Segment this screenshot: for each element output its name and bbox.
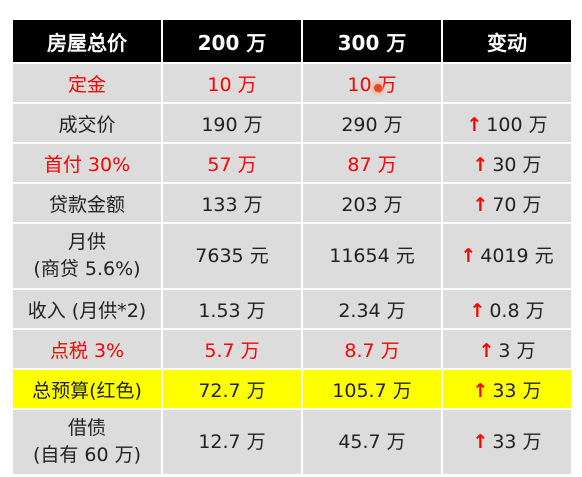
change-value: 4019 元 xyxy=(480,244,554,267)
table-row-income: 收入 (月供*2) 1.53 万 2.34 万 ↑ 0.8 万 xyxy=(11,288,573,330)
row-label: 首付 30% xyxy=(11,142,163,184)
header-300: 300 万 xyxy=(301,18,443,64)
cell-change: ↑ 33 万 xyxy=(441,368,573,410)
cell-300: 2.34 万 xyxy=(301,288,443,330)
cell-300: 290 万 xyxy=(301,102,443,144)
arrow-up-icon: ↑ xyxy=(478,339,495,362)
change-value: 3 万 xyxy=(498,339,536,362)
arrow-up-icon: ↑ xyxy=(472,193,489,216)
table-row-debt: 借债 (自有 60 万) 12.7 万 45.7 万 ↑ 33 万 xyxy=(11,408,573,476)
cell-change: ↑ 0.8 万 xyxy=(441,288,573,330)
cell-change: ↑ 33 万 xyxy=(441,408,573,476)
row-label-line1: 借债 xyxy=(67,417,106,439)
table-row-down-payment: 首付 30% 57 万 87 万 ↑ 30 万 xyxy=(11,142,573,184)
header-change: 变动 xyxy=(441,18,573,64)
change-value: 33 万 xyxy=(492,430,542,453)
arrow-up-icon: ↑ xyxy=(469,299,486,322)
table-row-total-budget: 总预算(红色) 72.7 万 105.7 万 ↑ 33 万 xyxy=(11,368,573,410)
change-value: 30 万 xyxy=(492,153,542,176)
pointer-cursor-icon xyxy=(374,84,382,92)
cell-300: 11654 元 xyxy=(301,222,443,290)
row-label: 借债 (自有 60 万) xyxy=(11,408,163,476)
row-label: 贷款金额 xyxy=(11,182,163,224)
table-row-tax: 点税 3% 5.7 万 8.7 万 ↑ 3 万 xyxy=(11,328,573,370)
cell-change: ↑ 3 万 xyxy=(441,328,573,370)
arrow-up-icon: ↑ xyxy=(472,430,489,453)
table-row-deposit: 定金 10 万 10 万 xyxy=(11,62,573,104)
cell-change: ↑ 30 万 xyxy=(441,142,573,184)
row-label-line2: (商贷 5.6%) xyxy=(33,258,141,280)
change-value: 70 万 xyxy=(492,193,542,216)
arrow-up-icon: ↑ xyxy=(466,113,483,136)
cell-300: 105.7 万 xyxy=(301,368,443,410)
change-value: 33 万 xyxy=(492,379,542,402)
cell-change: ↑ 70 万 xyxy=(441,182,573,224)
cell-300: 8.7 万 xyxy=(301,328,443,370)
cell-change: ↑ 100 万 xyxy=(441,102,573,144)
row-label-line2: (自有 60 万) xyxy=(32,444,142,466)
cell-300: 10 万 xyxy=(301,62,443,104)
cell-change xyxy=(441,62,573,104)
cell-200: 72.7 万 xyxy=(161,368,303,410)
row-label: 总预算(红色) xyxy=(11,368,163,410)
cell-300: 203 万 xyxy=(301,182,443,224)
cell-200: 133 万 xyxy=(161,182,303,224)
row-label: 收入 (月供*2) xyxy=(11,288,163,330)
row-label: 月供 (商贷 5.6%) xyxy=(11,222,163,290)
header-row: 房屋总价 200 万 300 万 变动 xyxy=(11,18,573,64)
table-row-loan-amount: 贷款金额 133 万 203 万 ↑ 70 万 xyxy=(11,182,573,224)
cell-200: 57 万 xyxy=(161,142,303,184)
row-label-line1: 月供 xyxy=(67,231,106,253)
cell-200: 10 万 xyxy=(161,62,303,104)
arrow-up-icon: ↑ xyxy=(472,379,489,402)
cell-change: ↑ 4019 元 xyxy=(441,222,573,290)
header-total-price: 房屋总价 xyxy=(11,18,163,64)
cell-200: 12.7 万 xyxy=(161,408,303,476)
table-row-deal-price: 成交价 190 万 290 万 ↑ 100 万 xyxy=(11,102,573,144)
cell-200: 7635 元 xyxy=(161,222,303,290)
cell-300: 45.7 万 xyxy=(301,408,443,476)
arrow-up-icon: ↑ xyxy=(472,153,489,176)
row-label: 成交价 xyxy=(11,102,163,144)
change-value: 0.8 万 xyxy=(489,299,545,322)
row-label: 点税 3% xyxy=(11,328,163,370)
price-comparison-table: 房屋总价 200 万 300 万 变动 定金 10 万 10 万 成交价 190… xyxy=(11,18,573,476)
cell-200: 190 万 xyxy=(161,102,303,144)
row-label: 定金 xyxy=(11,62,163,104)
price-comparison-slide: 房屋总价 200 万 300 万 变动 定金 10 万 10 万 成交价 190… xyxy=(0,0,582,477)
header-200: 200 万 xyxy=(161,18,303,64)
table-row-monthly-payment: 月供 (商贷 5.6%) 7635 元 11654 元 ↑ 4019 元 xyxy=(11,222,573,290)
cell-300: 87 万 xyxy=(301,142,443,184)
cell-200: 1.53 万 xyxy=(161,288,303,330)
change-value: 100 万 xyxy=(486,113,548,136)
cell-200: 5.7 万 xyxy=(161,328,303,370)
arrow-up-icon: ↑ xyxy=(460,244,477,267)
